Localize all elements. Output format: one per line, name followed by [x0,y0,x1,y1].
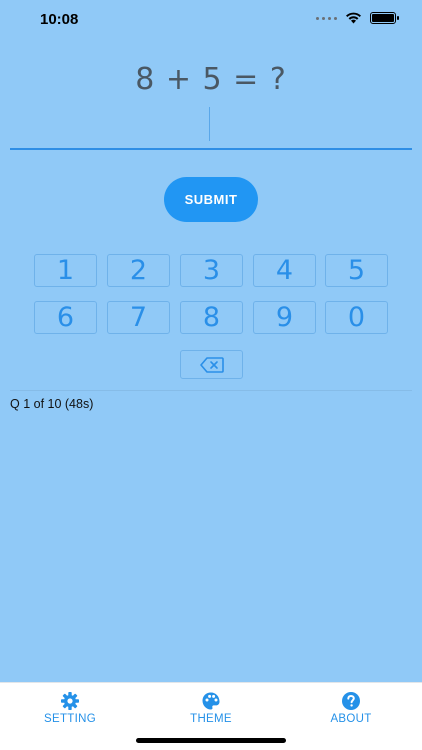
backspace-icon [199,356,224,373]
text-caret [209,107,210,141]
palette-icon [202,692,220,710]
key-3[interactable]: 3 [180,254,243,287]
question-text: 8 + 5 = ? [135,62,287,97]
key-2[interactable]: 2 [107,254,170,287]
status-icons [316,12,399,24]
key-9[interactable]: 9 [253,301,316,334]
question-circle-icon [342,692,360,710]
key-4[interactable]: 4 [253,254,316,287]
key-8[interactable]: 8 [180,301,243,334]
tab-about[interactable]: ABOUT [301,691,401,725]
status-bar: 10:08 [0,0,422,40]
home-indicator [136,738,286,743]
key-5[interactable]: 5 [325,254,388,287]
progress-text: Q 1 of 10 (48s) [10,397,94,411]
gear-icon [61,692,79,710]
wifi-icon [346,12,361,24]
divider [10,390,412,391]
cellular-signal-icon [316,16,337,20]
battery-icon [370,12,399,24]
key-0[interactable]: 0 [325,301,388,334]
answer-input[interactable] [10,104,412,150]
tab-theme-label: THEME [190,713,232,725]
submit-button[interactable]: SUBMIT [164,177,258,222]
tab-about-label: ABOUT [330,713,372,725]
key-7[interactable]: 7 [107,301,170,334]
tab-setting-label: SETTING [44,713,96,725]
tab-setting[interactable]: SETTING [20,691,120,725]
tab-theme[interactable]: THEME [161,691,261,725]
key-6[interactable]: 6 [34,301,97,334]
status-time: 10:08 [40,11,79,28]
key-1[interactable]: 1 [34,254,97,287]
backspace-button[interactable] [180,350,243,379]
